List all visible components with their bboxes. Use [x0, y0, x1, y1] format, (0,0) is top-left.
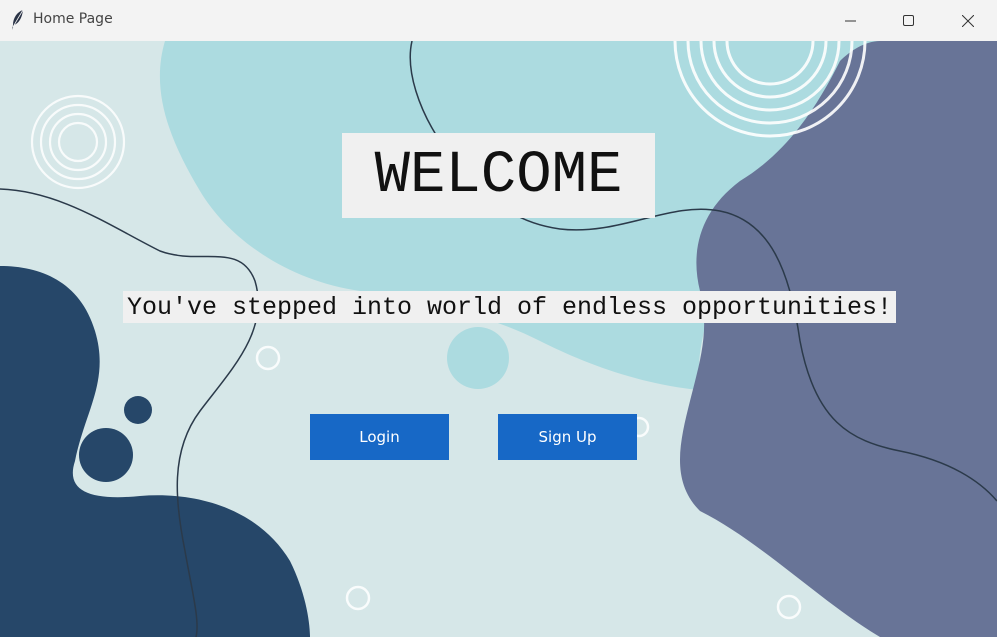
tagline-text: You've stepped into world of endless opp…: [123, 291, 896, 323]
close-button[interactable]: [939, 0, 997, 41]
minimize-icon: [845, 20, 856, 21]
login-button[interactable]: Login: [310, 414, 449, 460]
feather-icon: [10, 9, 26, 31]
home-canvas: WELCOME You've stepped into world of end…: [0, 41, 997, 637]
window-title: Home Page: [33, 11, 113, 27]
maximize-icon: [903, 14, 914, 26]
welcome-heading: WELCOME: [342, 133, 655, 218]
decorative-background: [0, 41, 997, 637]
maximize-button[interactable]: [880, 0, 938, 41]
close-icon: [962, 14, 974, 27]
signup-button[interactable]: Sign Up: [498, 414, 637, 460]
minimize-button[interactable]: [822, 0, 880, 41]
window-titlebar[interactable]: Home Page: [0, 0, 997, 41]
